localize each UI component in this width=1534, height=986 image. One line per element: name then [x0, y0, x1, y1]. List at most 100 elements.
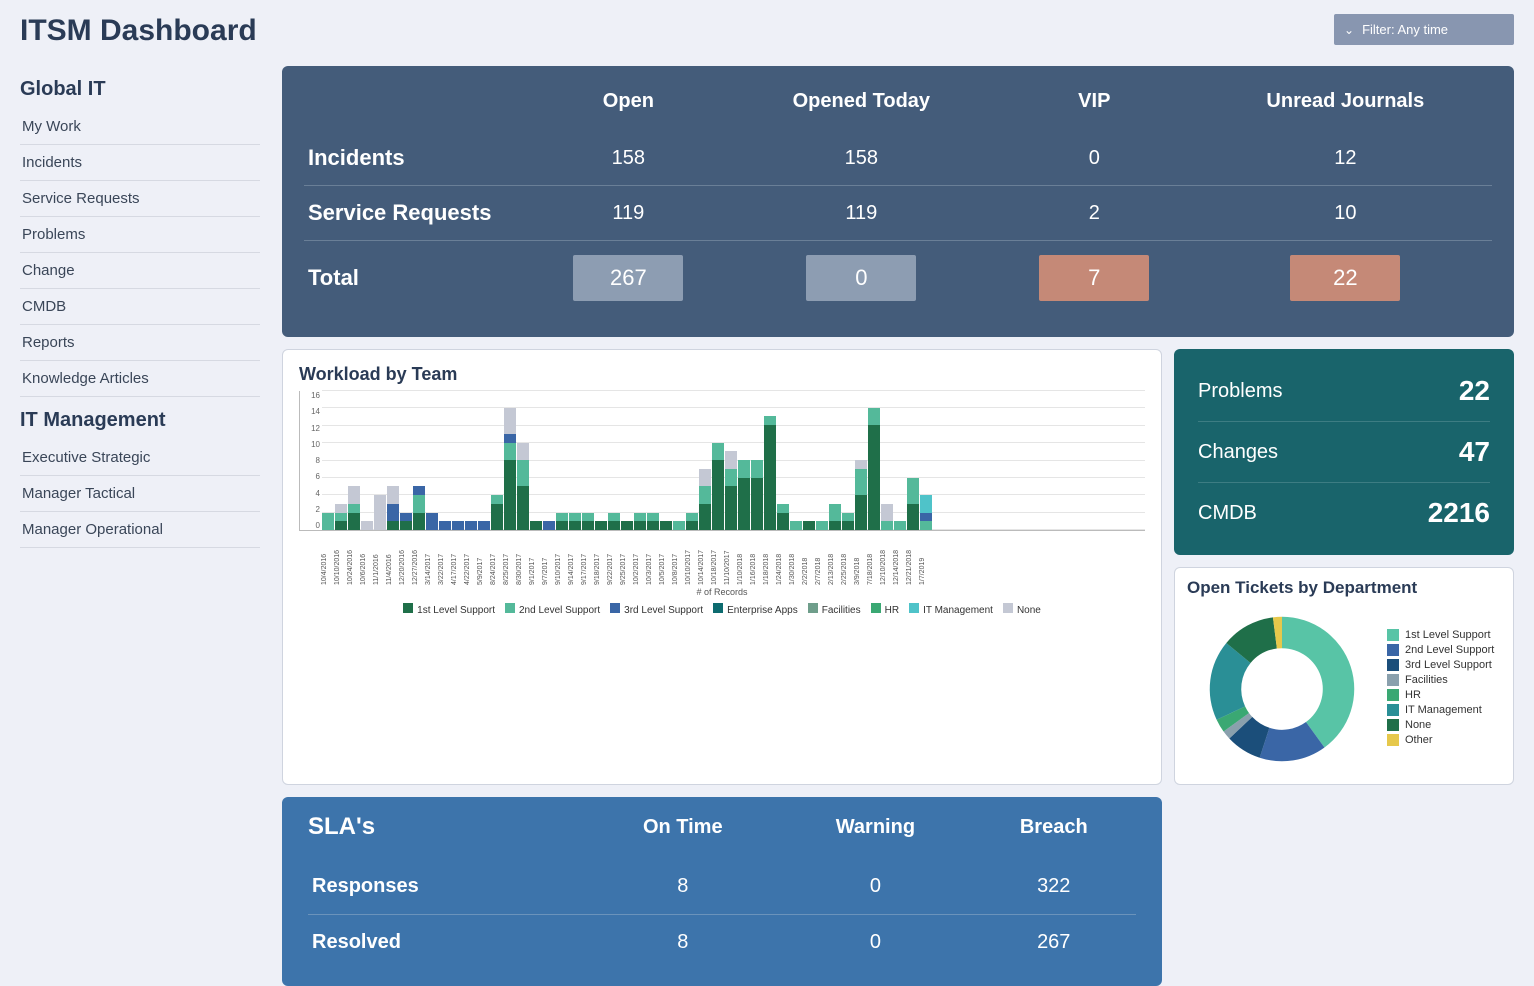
nav-item[interactable]: Manager Operational [20, 512, 260, 548]
chart-bar[interactable] [348, 486, 360, 530]
chart-bar[interactable] [660, 521, 672, 530]
chart-bar[interactable] [699, 469, 711, 530]
chart-bar[interactable] [881, 504, 893, 530]
nav-item[interactable]: Reports [20, 325, 260, 361]
chart-bar[interactable] [439, 521, 451, 530]
sla-row-label: Resolved [308, 915, 586, 971]
sla-header: Warning [779, 813, 971, 859]
kpi-value: 2216 [1428, 497, 1490, 529]
chart-bar[interactable] [361, 521, 373, 530]
chart-bar[interactable] [569, 513, 581, 531]
chart-bar[interactable] [920, 495, 932, 530]
summary-total-cell[interactable]: 22 [1290, 255, 1400, 301]
chart-bar[interactable] [452, 521, 464, 530]
sla-cell: 322 [972, 859, 1136, 915]
workload-xaxis-title: # of Records [299, 587, 1145, 597]
chart-bar[interactable] [374, 495, 386, 530]
summary-header: Open [524, 80, 733, 131]
nav-heading: Global IT [20, 78, 260, 101]
chart-bar[interactable] [595, 521, 607, 530]
nav-item[interactable]: Service Requests [20, 181, 260, 217]
kpi-label: CMDB [1198, 502, 1257, 525]
summary-cell: 2 [990, 186, 1199, 241]
chart-bar[interactable] [582, 513, 594, 531]
donut-slice[interactable] [1282, 617, 1354, 748]
nav-item[interactable]: Incidents [20, 145, 260, 181]
sla-row-label: Responses [308, 859, 586, 915]
chart-bar[interactable] [608, 513, 620, 531]
chart-bar[interactable] [686, 513, 698, 531]
chart-bar[interactable] [556, 513, 568, 531]
nav-item[interactable]: Problems [20, 217, 260, 253]
chart-bar[interactable] [894, 521, 906, 530]
legend-item: 3rd Level Support [1387, 659, 1494, 671]
chart-bar[interactable] [647, 513, 659, 531]
chart-bar[interactable] [413, 486, 425, 530]
nav-item[interactable]: CMDB [20, 289, 260, 325]
chart-bar[interactable] [673, 521, 685, 530]
workload-panel: Workload by Team 1614121086420 10/4/2016… [282, 349, 1162, 785]
open-tickets-panel: Open Tickets by Department 1st Level Sup… [1174, 567, 1514, 785]
chart-bar[interactable] [322, 513, 334, 531]
summary-cell: 10 [1199, 186, 1492, 241]
sla-header: On Time [586, 813, 779, 859]
sla-header: Breach [972, 813, 1136, 859]
chart-bar[interactable] [803, 521, 815, 530]
chart-bar[interactable] [517, 443, 529, 531]
nav-item[interactable]: Knowledge Articles [20, 361, 260, 397]
chart-bar[interactable] [335, 504, 347, 530]
kpi-row[interactable]: Problems22 [1198, 361, 1490, 422]
nav-item[interactable]: Change [20, 253, 260, 289]
chart-bar[interactable] [764, 416, 776, 530]
legend-item: 1st Level Support [403, 603, 495, 616]
chart-bar[interactable] [855, 460, 867, 530]
legend-item: 3rd Level Support [610, 603, 703, 616]
sla-panel: SLA'sOn TimeWarningBreach Responses80322… [282, 797, 1162, 986]
chart-bar[interactable] [829, 504, 841, 530]
chart-bar[interactable] [712, 443, 724, 531]
filter-dropdown[interactable]: ⌄ Filter: Any time [1334, 14, 1514, 45]
kpi-row[interactable]: CMDB 2216 [1198, 483, 1490, 543]
chart-bar[interactable] [907, 478, 919, 531]
chart-bar[interactable] [842, 513, 854, 531]
chart-bar[interactable] [465, 521, 477, 530]
chart-bar[interactable] [504, 408, 516, 531]
chart-bar[interactable] [387, 486, 399, 530]
legend-item: IT Management [909, 603, 993, 616]
chart-bar[interactable] [751, 460, 763, 530]
legend-item: 1st Level Support [1387, 629, 1494, 641]
chart-bar[interactable] [400, 513, 412, 531]
chart-bar[interactable] [634, 513, 646, 531]
nav-heading: IT Management [20, 409, 260, 432]
chart-bar[interactable] [790, 521, 802, 530]
chart-bar[interactable] [543, 521, 555, 530]
workload-chart: 1614121086420 [299, 391, 1145, 531]
kpi-row[interactable]: Changes47 [1198, 422, 1490, 483]
chart-bar[interactable] [621, 521, 633, 530]
legend-item: 2nd Level Support [505, 603, 600, 616]
chart-bar[interactable] [738, 460, 750, 530]
nav-item[interactable]: Manager Tactical [20, 476, 260, 512]
chart-bar[interactable] [478, 521, 490, 530]
legend-item: None [1003, 603, 1041, 616]
legend-item: IT Management [1387, 704, 1494, 716]
chart-bar[interactable] [491, 495, 503, 530]
nav-item[interactable]: My Work [20, 109, 260, 145]
chart-bar[interactable] [868, 408, 880, 531]
chart-bar[interactable] [725, 451, 737, 530]
summary-total-label: Total [304, 241, 524, 316]
chart-bar[interactable] [426, 513, 438, 531]
chart-bar[interactable] [816, 521, 828, 530]
summary-total-cell[interactable]: 7 [1039, 255, 1149, 301]
chart-bar[interactable] [530, 521, 542, 530]
open-tickets-legend: 1st Level Support2nd Level Support3rd Le… [1387, 629, 1494, 749]
chart-bar[interactable] [777, 504, 789, 530]
summary-cell: 119 [524, 186, 733, 241]
summary-total-cell[interactable]: 267 [573, 255, 683, 301]
summary-cell: 158 [733, 131, 990, 186]
summary-row-label: Service Requests [304, 186, 524, 241]
summary-header: VIP [990, 80, 1199, 131]
nav-item[interactable]: Executive Strategic [20, 440, 260, 476]
summary-total-cell[interactable]: 0 [806, 255, 916, 301]
legend-item: Facilities [1387, 674, 1494, 686]
